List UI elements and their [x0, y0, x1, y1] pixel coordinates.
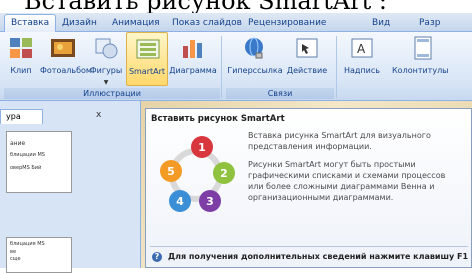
thumb-text: оверМS Бий	[10, 165, 42, 171]
shapes-label: Фигуры	[89, 66, 123, 75]
ribbon: Клип Фотоальбом Фигуры ▼ SmartArt Диагра…	[0, 32, 472, 101]
smartart-icon	[136, 39, 160, 59]
clip-label: Клип	[10, 66, 32, 75]
tab-outline[interactable]: ура	[0, 109, 43, 124]
photo-album-button[interactable]: Фотоальбом	[40, 32, 92, 86]
action-icon	[296, 38, 318, 58]
chart-icon	[183, 40, 202, 58]
tab-slideshow[interactable]: Показ слайдов	[166, 15, 248, 31]
textbox-icon: A	[351, 38, 373, 58]
diagram-number: 5	[167, 165, 175, 178]
tooltip-text: Вставка рисунка SmartArt для визуального	[248, 131, 431, 140]
globe-link-icon	[245, 37, 263, 59]
ribbon-separator	[221, 36, 222, 98]
tab-developer[interactable]: Разр	[413, 15, 446, 31]
header-footer-button[interactable]: Колонтитулы	[386, 32, 472, 86]
group-links-label: Связи	[226, 88, 334, 99]
hyperlink-label: Гиперссылка	[227, 66, 283, 75]
tooltip-divider	[150, 246, 468, 247]
tooltip-text: или более сложными диаграммами Венна и	[248, 182, 435, 191]
close-icon[interactable]: x	[96, 110, 101, 120]
header-footer-icon	[414, 36, 432, 60]
header-footer-label: Колонтитулы	[392, 66, 449, 75]
smartart-tooltip: Вставить рисунок SmartArt 1 2 3 4 5 Вста…	[145, 108, 472, 268]
thumb-text: ве	[10, 249, 17, 255]
tab-animation[interactable]: Анимация	[106, 15, 166, 31]
textbox-button[interactable]: A Надпись	[340, 32, 384, 86]
slides-outline-panel: ура x ание блицации MS оверМS Бий блицац…	[0, 101, 141, 273]
tooltip-text: графическими списками и схемами процессо…	[248, 171, 446, 180]
thumb-text: блицация MS	[10, 241, 45, 247]
smartart-button[interactable]: SmartArt	[126, 32, 168, 86]
thumb-text: блицации MS	[10, 152, 45, 158]
tab-design[interactable]: Дизайн	[56, 15, 103, 31]
chart-label: Диаграмма	[169, 66, 217, 75]
action-label: Действие	[286, 66, 328, 75]
slide-thumbnail[interactable]: ание блицации MS оверМS Бий	[6, 131, 72, 193]
page-heading-strip: Вставить рисунок SmartArt :	[0, 0, 472, 13]
clip-button[interactable]: Клип	[4, 32, 38, 86]
hyperlink-button[interactable]: Гиперссылка	[226, 32, 284, 86]
tooltip-title: Вставить рисунок SmartArt	[151, 114, 285, 124]
smartart-cycle-diagram-icon: 1 2 3 4 5	[160, 136, 235, 212]
clip-icon	[10, 38, 32, 58]
tooltip-text: представления информации.	[248, 142, 372, 151]
textbox-label: Надпись	[344, 66, 380, 75]
ribbon-tabs: Вставка Дизайн Анимация Показ слайдов Ре…	[0, 13, 472, 32]
svg-text:A: A	[357, 42, 366, 56]
ribbon-separator	[336, 36, 337, 98]
smartart-label: SmartArt	[128, 67, 166, 76]
diagram-number: 3	[206, 195, 214, 208]
tooltip-text: Рисунки SmartArt могут быть простыми	[248, 160, 416, 169]
page-heading: Вставить рисунок SmartArt :	[24, 0, 387, 13]
diagram-number: 1	[198, 141, 206, 154]
thumb-text: ание	[10, 140, 26, 147]
tab-insert[interactable]: Вставка	[4, 14, 57, 32]
shapes-dropdown-icon[interactable]: ▼	[86, 79, 126, 86]
tab-view[interactable]: Вид	[366, 15, 396, 31]
tab-review[interactable]: Рецензирование	[242, 15, 332, 31]
diagram-number: 4	[176, 195, 184, 208]
group-illustrations-label: Иллюстрации	[4, 88, 220, 99]
tooltip-help-text: Для получения дополнительных сведений на…	[168, 252, 469, 261]
diagram-number: 2	[220, 167, 228, 180]
chart-button[interactable]: Диаграмма	[169, 32, 217, 86]
photo-album-label: Фотоальбом	[40, 66, 92, 75]
shapes-icon	[95, 38, 118, 59]
tooltip-text: организационными диаграммами.	[248, 193, 394, 202]
shapes-button[interactable]: Фигуры ▼	[86, 32, 126, 86]
help-icon: ?	[152, 252, 162, 262]
photo-album-icon	[51, 39, 75, 57]
action-button[interactable]: Действие	[284, 32, 330, 86]
thumb-text: сще	[10, 256, 21, 262]
